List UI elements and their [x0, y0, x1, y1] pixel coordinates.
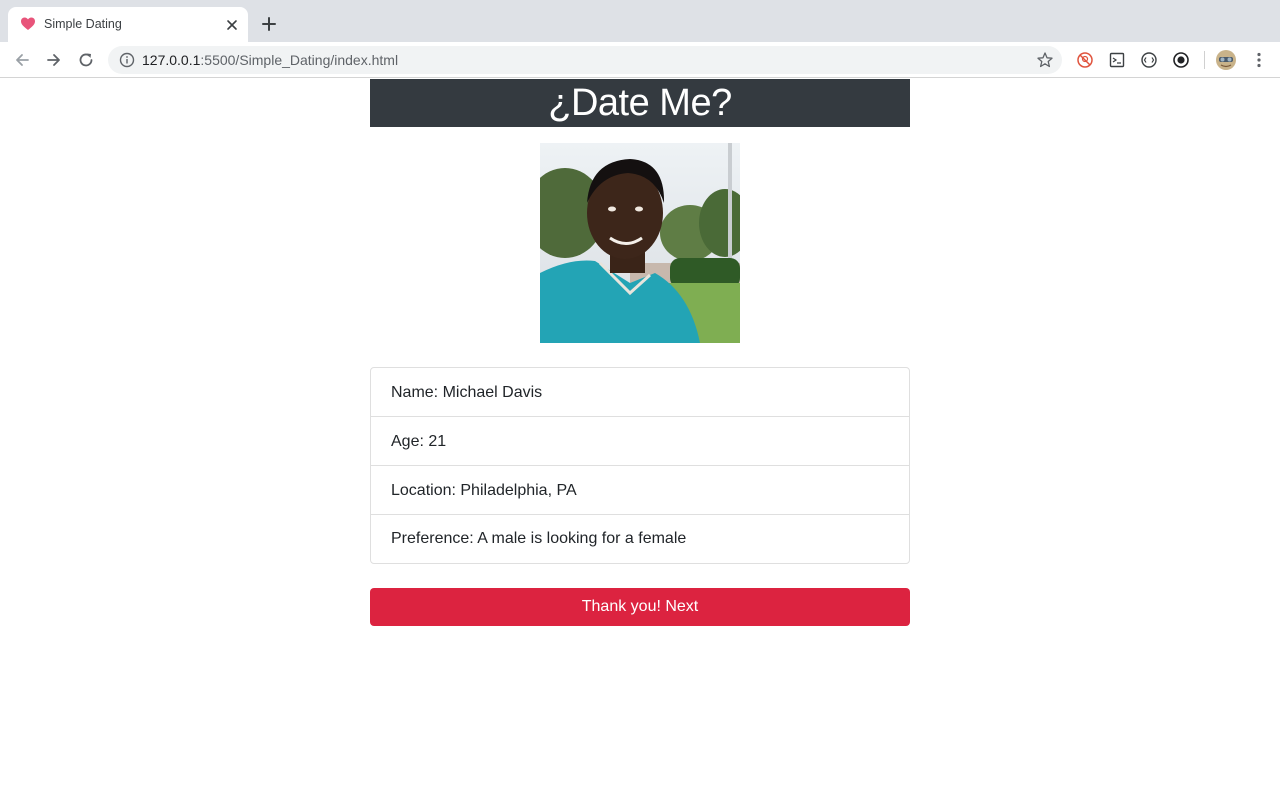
address-bar[interactable]: 127.0.0.1:5500/Simple_Dating/index.html	[108, 46, 1062, 74]
page-content: ¿Date Me? Name: Michael Davis Age: 21 Lo…	[0, 79, 1280, 800]
page-title: ¿Date Me?	[370, 79, 910, 127]
close-icon[interactable]	[224, 17, 240, 33]
list-item-name: Name: Michael Davis	[371, 368, 909, 417]
extension-icon[interactable]	[1140, 51, 1158, 69]
browser-tab[interactable]: Simple Dating	[8, 7, 248, 42]
plus-icon[interactable]	[260, 15, 278, 33]
list-item-preference: Preference: A male is looking for a fema…	[391, 530, 687, 547]
heart-favicon-icon	[21, 17, 35, 30]
star-icon[interactable]	[1036, 51, 1054, 69]
tab-strip: Simple Dating	[0, 0, 1280, 42]
extension-icon[interactable]	[1172, 51, 1190, 69]
next-button[interactable]: Thank you! Next	[370, 588, 910, 626]
extension-icon[interactable]	[1108, 51, 1126, 69]
extension-icon[interactable]	[1076, 51, 1094, 69]
menu-icon[interactable]	[1250, 51, 1268, 69]
avatar[interactable]	[1215, 49, 1237, 71]
url-text: 127.0.0.1:5500/Simple_Dating/index.html	[142, 52, 398, 68]
reload-icon[interactable]	[77, 51, 95, 69]
toolbar-divider	[1204, 51, 1205, 69]
tab-title: Simple Dating	[44, 17, 122, 31]
info-icon[interactable]	[119, 52, 135, 68]
list-item-age: Age: 21	[371, 417, 909, 466]
profile-photo	[540, 143, 740, 343]
back-icon[interactable]	[13, 51, 31, 69]
forward-icon[interactable]	[45, 51, 63, 69]
url-path: :5500/Simple_Dating/index.html	[200, 52, 399, 68]
profile-container: ¿Date Me? Name: Michael Davis Age: 21 Lo…	[370, 79, 910, 626]
profile-details-list: Name: Michael Davis Age: 21 Location: Ph…	[370, 367, 910, 564]
list-item-location: Location: Philadelphia, PA	[371, 466, 909, 515]
browser-toolbar: 127.0.0.1:5500/Simple_Dating/index.html	[0, 42, 1280, 78]
url-host: 127.0.0.1	[142, 52, 201, 68]
